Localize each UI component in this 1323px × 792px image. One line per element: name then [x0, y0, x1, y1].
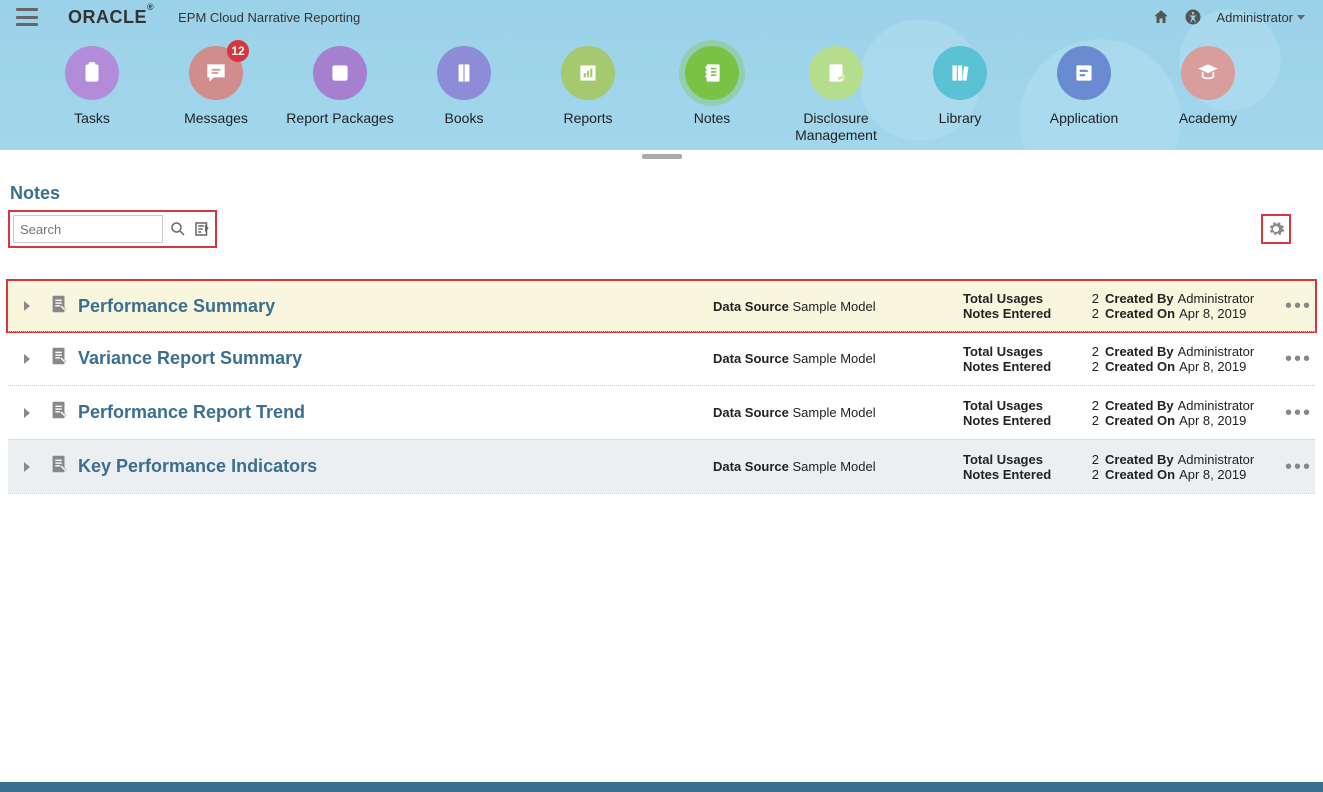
nav-item-label: Messages	[184, 110, 248, 127]
nav-item-label: Application	[1050, 110, 1119, 127]
nav-item-label: Reports	[563, 110, 612, 127]
nav-item-academy[interactable]: Academy	[1146, 46, 1270, 144]
nav-item-label: Notes	[694, 110, 731, 127]
disclosure-icon	[809, 46, 863, 100]
accessibility-icon[interactable]	[1184, 8, 1202, 26]
metrics-cell: Total Usages2Notes Entered2	[963, 452, 1099, 482]
meta-cell: Created By AdministratorCreated On Apr 8…	[1105, 452, 1279, 482]
product-name: EPM Cloud Narrative Reporting	[178, 10, 360, 25]
user-name: Administrator	[1216, 10, 1293, 25]
report-icon	[561, 46, 615, 100]
nav-item-label: Library	[939, 110, 982, 127]
notes-icon	[685, 46, 739, 100]
user-menu[interactable]: Administrator	[1216, 10, 1305, 25]
note-row[interactable]: Performance Summary Data Source Sample Mo…	[6, 279, 1317, 333]
expand-caret-icon[interactable]	[24, 301, 30, 311]
data-source-cell: Data Source Sample Model	[713, 351, 963, 366]
data-source-cell: Data Source Sample Model	[713, 405, 963, 420]
meta-cell: Created By AdministratorCreated On Apr 8…	[1105, 398, 1279, 428]
document-icon	[48, 293, 78, 320]
library-icon	[933, 46, 987, 100]
nav-item-label: Academy	[1179, 110, 1237, 127]
nav-item-label: Books	[445, 110, 484, 127]
meta-cell: Created By AdministratorCreated On Apr 8…	[1105, 344, 1279, 374]
nav-item-application[interactable]: Application	[1022, 46, 1146, 144]
search-input[interactable]	[13, 215, 163, 243]
nav-item-disclosure-management[interactable]: DisclosureManagement	[774, 46, 898, 144]
note-row[interactable]: Performance Report Trend Data Source Samp…	[8, 385, 1315, 439]
nav-row: Tasks 12 Messages Report Packages Books Repor…	[0, 28, 1323, 144]
nav-item-report-packages[interactable]: Report Packages	[278, 46, 402, 144]
caret-down-icon	[1297, 15, 1305, 20]
expand-caret-icon[interactable]	[24, 354, 30, 364]
badge: 12	[227, 40, 249, 62]
data-source-cell: Data Source Sample Model	[713, 299, 963, 314]
app-icon	[1057, 46, 1111, 100]
more-actions-icon[interactable]: •••	[1285, 296, 1305, 316]
nav-item-label: DisclosureManagement	[795, 110, 877, 144]
gear-highlight-box	[1261, 214, 1291, 244]
hamburger-menu-icon[interactable]	[16, 8, 38, 26]
note-list: Performance Summary Data Source Sample Mo…	[8, 280, 1315, 494]
app-header: ORACLE® EPM Cloud Narrative Reporting Ad…	[0, 0, 1323, 150]
note-title[interactable]: Performance Report Trend	[78, 402, 305, 423]
more-actions-icon[interactable]: •••	[1285, 457, 1305, 477]
metrics-cell: Total Usages2Notes Entered2	[963, 291, 1099, 321]
expand-caret-icon[interactable]	[24, 408, 30, 418]
footer-bar	[0, 782, 1323, 792]
meta-cell: Created By AdministratorCreated On Apr 8…	[1105, 291, 1279, 321]
home-icon[interactable]	[1152, 8, 1170, 26]
note-row[interactable]: Variance Report Summary Data Source Sampl…	[8, 331, 1315, 385]
document-icon	[48, 399, 78, 426]
more-actions-icon[interactable]: •••	[1285, 403, 1305, 423]
package-icon	[313, 46, 367, 100]
note-title[interactable]: Performance Summary	[78, 296, 275, 317]
brand-logo: ORACLE®	[68, 7, 154, 28]
metrics-cell: Total Usages2Notes Entered2	[963, 344, 1099, 374]
document-icon	[48, 345, 78, 372]
metrics-cell: Total Usages2Notes Entered2	[963, 398, 1099, 428]
search-highlight-box	[8, 210, 217, 248]
note-row[interactable]: Key Performance Indicators Data Source Sa…	[8, 439, 1315, 493]
page-title: Notes	[10, 183, 1315, 204]
more-actions-icon[interactable]: •••	[1285, 349, 1305, 369]
search-icon[interactable]	[169, 220, 187, 238]
data-source-cell: Data Source Sample Model	[713, 459, 963, 474]
gear-icon[interactable]	[1267, 220, 1285, 238]
chat-icon: 12	[189, 46, 243, 100]
book-icon	[437, 46, 491, 100]
academy-icon	[1181, 46, 1235, 100]
nav-item-notes[interactable]: Notes	[650, 46, 774, 144]
nav-item-tasks[interactable]: Tasks	[30, 46, 154, 144]
filter-icon[interactable]	[193, 220, 211, 238]
nav-item-label: Report Packages	[286, 110, 393, 127]
document-icon	[48, 453, 78, 480]
nav-item-books[interactable]: Books	[402, 46, 526, 144]
expand-caret-icon[interactable]	[24, 462, 30, 472]
nav-item-reports[interactable]: Reports	[526, 46, 650, 144]
note-title[interactable]: Key Performance Indicators	[78, 456, 317, 477]
nav-item-label: Tasks	[74, 110, 110, 127]
nav-item-messages[interactable]: 12 Messages	[154, 46, 278, 144]
nav-item-library[interactable]: Library	[898, 46, 1022, 144]
clipboard-icon	[65, 46, 119, 100]
note-title[interactable]: Variance Report Summary	[78, 348, 302, 369]
